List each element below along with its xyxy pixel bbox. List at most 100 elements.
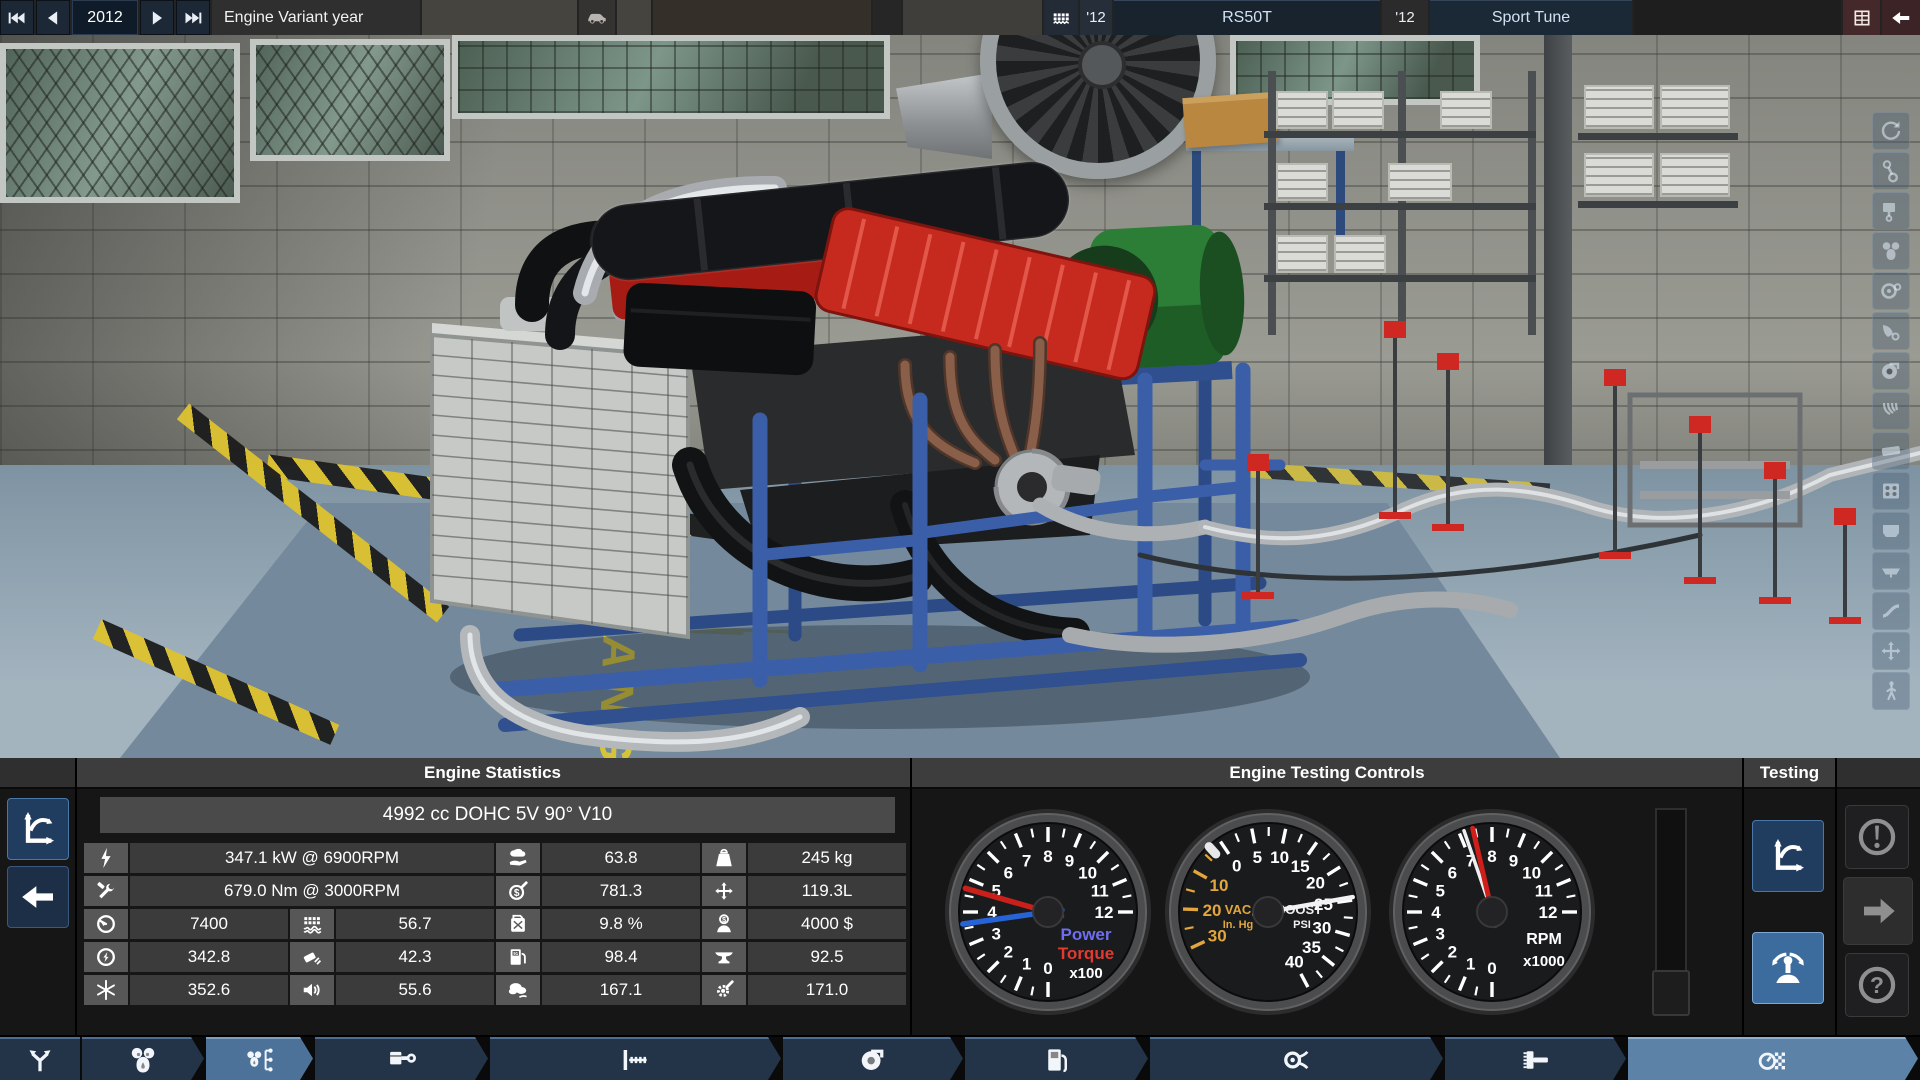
tool-headers-small-button[interactable]	[1872, 392, 1910, 430]
summary-table-button[interactable]	[1843, 0, 1880, 35]
3d-viewport[interactable]: DANGER	[0, 35, 1920, 758]
tool-crankcase-button[interactable]	[1872, 512, 1910, 550]
engineering-icon	[713, 979, 735, 1001]
dyno-graph-icon	[18, 809, 58, 849]
engineering-icon	[702, 975, 746, 1005]
svg-text:11: 11	[1091, 882, 1109, 901]
stat-value: 56.7	[336, 909, 494, 939]
svg-text:0: 0	[1487, 959, 1496, 978]
loudness-icon	[290, 975, 334, 1005]
svg-text:5: 5	[1253, 848, 1262, 867]
svg-text:1: 1	[1022, 955, 1031, 974]
headers-comb-icon	[1521, 1045, 1551, 1075]
year-step-back-button[interactable]	[36, 0, 70, 35]
engine-name: 4992 cc DOHC 5V 90° V10	[100, 797, 895, 833]
top-bar-spacer	[617, 0, 651, 35]
tool-conrod-button[interactable]	[1872, 152, 1910, 190]
tool-turbo-small-button[interactable]	[1872, 352, 1910, 390]
svg-text:11: 11	[1535, 882, 1553, 901]
svg-text:x100: x100	[1069, 965, 1102, 982]
tab-headers-comb[interactable]	[1445, 1037, 1626, 1080]
stat-value: 63.8	[542, 843, 700, 873]
tool-intake-button[interactable]	[1872, 312, 1910, 350]
help-button[interactable]: ?	[1845, 953, 1909, 1017]
tool-move-button[interactable]	[1872, 632, 1910, 670]
tool-cylinder-head-button[interactable]	[1872, 232, 1910, 270]
boost-gauge: 0510152025303540102030VACIn. HgBOOSTPSI	[1163, 807, 1373, 1017]
svg-text:12: 12	[1095, 903, 1114, 922]
tab-engine-family[interactable]: RS50T	[1114, 0, 1380, 35]
tool-valve-cover-button[interactable]	[1872, 432, 1910, 470]
svg-text:91: 91	[513, 951, 518, 956]
tool-piston-small-button[interactable]	[1872, 192, 1910, 230]
skip-back-icon	[7, 8, 27, 28]
car-view-button[interactable]	[579, 0, 615, 35]
dyno-curves-button[interactable]	[1752, 820, 1824, 892]
tab-fuel-pump[interactable]	[965, 1037, 1148, 1080]
step-forward-icon	[147, 8, 167, 28]
oil-pan-icon	[1879, 559, 1903, 583]
reliability-icon	[496, 843, 540, 873]
engine-breadcrumb-button[interactable]	[1044, 0, 1078, 35]
stat-value: 92.5	[748, 942, 906, 972]
tab-crankshaft[interactable]	[490, 1037, 781, 1080]
weight-icon	[702, 843, 746, 873]
year-skip-back-button[interactable]	[0, 0, 34, 35]
svg-text:3: 3	[992, 924, 1001, 943]
dyno-graph-button[interactable]	[7, 798, 69, 860]
next-step-button[interactable]	[1843, 877, 1913, 945]
smoothness-icon	[290, 942, 334, 972]
manual-control-button[interactable]	[1752, 932, 1824, 1004]
engine-variant-icon	[245, 1045, 275, 1075]
stat-value: 342.8	[130, 942, 288, 972]
tab-engine-family[interactable]	[82, 1037, 204, 1080]
warnings-button[interactable]	[1845, 805, 1909, 869]
svg-text:12: 12	[1539, 903, 1558, 922]
exit-back-button[interactable]	[1882, 0, 1920, 35]
skip-forward-icon	[183, 8, 203, 28]
tool-rotate-camera-button[interactable]	[1872, 112, 1910, 150]
smoothness-icon	[301, 946, 323, 968]
walk-mode-icon	[1879, 679, 1903, 703]
stat-value: 781.3	[542, 876, 700, 906]
power-torque-gauge: 0123456789101112PowerTorquex100	[943, 807, 1153, 1017]
tab-exhaust[interactable]	[1150, 1037, 1443, 1080]
headers-small-icon	[1879, 399, 1903, 423]
svg-text:10: 10	[1078, 863, 1097, 882]
tab-testing[interactable]	[1628, 1037, 1918, 1080]
throttle-slider-handle[interactable]	[1652, 970, 1690, 1016]
tab-flow-arrows[interactable]	[0, 1037, 80, 1080]
svg-text:30: 30	[1312, 918, 1331, 937]
stat-value: 42.3	[336, 942, 494, 972]
engine-stats-grid: 347.1 kW @ 6900RPM63.8245 kg679.0 Nm @ 3…	[84, 843, 906, 1005]
tool-oil-pan-button[interactable]	[1872, 552, 1910, 590]
air-box	[623, 282, 817, 376]
size-icon	[702, 876, 746, 906]
tool-pulley-button[interactable]	[1872, 272, 1910, 310]
tool-exhaust-pipe-button[interactable]	[1872, 592, 1910, 630]
tab-turbo[interactable]	[783, 1037, 963, 1080]
tool-walk-mode-button[interactable]	[1872, 672, 1910, 710]
stat-value: 347.1 kW @ 6900RPM	[130, 843, 494, 873]
back-arrow-icon	[18, 877, 58, 917]
service-cost-icon: $	[507, 880, 529, 902]
octane-icon: 91	[496, 942, 540, 972]
designer-tab-bar	[0, 1035, 1920, 1080]
pulley-icon	[1879, 279, 1903, 303]
tab-engine-variant[interactable]: Sport Tune	[1430, 0, 1632, 35]
responsiveness-icon	[95, 946, 117, 968]
tooling-icon	[713, 946, 735, 968]
year-skip-forward-button[interactable]	[176, 0, 210, 35]
power-icon	[95, 847, 117, 869]
year-field[interactable]: 2012	[72, 0, 138, 35]
warning-icon	[1856, 816, 1898, 858]
year-step-forward-button[interactable]	[140, 0, 174, 35]
tab-engine-variant[interactable]	[206, 1037, 313, 1080]
svg-text:0: 0	[1232, 857, 1241, 876]
engine-testing-controls-title: Engine Testing Controls	[912, 758, 1742, 787]
stats-back-button[interactable]	[7, 866, 69, 928]
max-rpm-icon	[95, 913, 117, 935]
tool-engine-block-button[interactable]	[1872, 472, 1910, 510]
tab-piston[interactable]	[315, 1037, 488, 1080]
svg-text:x1000: x1000	[1523, 953, 1565, 970]
